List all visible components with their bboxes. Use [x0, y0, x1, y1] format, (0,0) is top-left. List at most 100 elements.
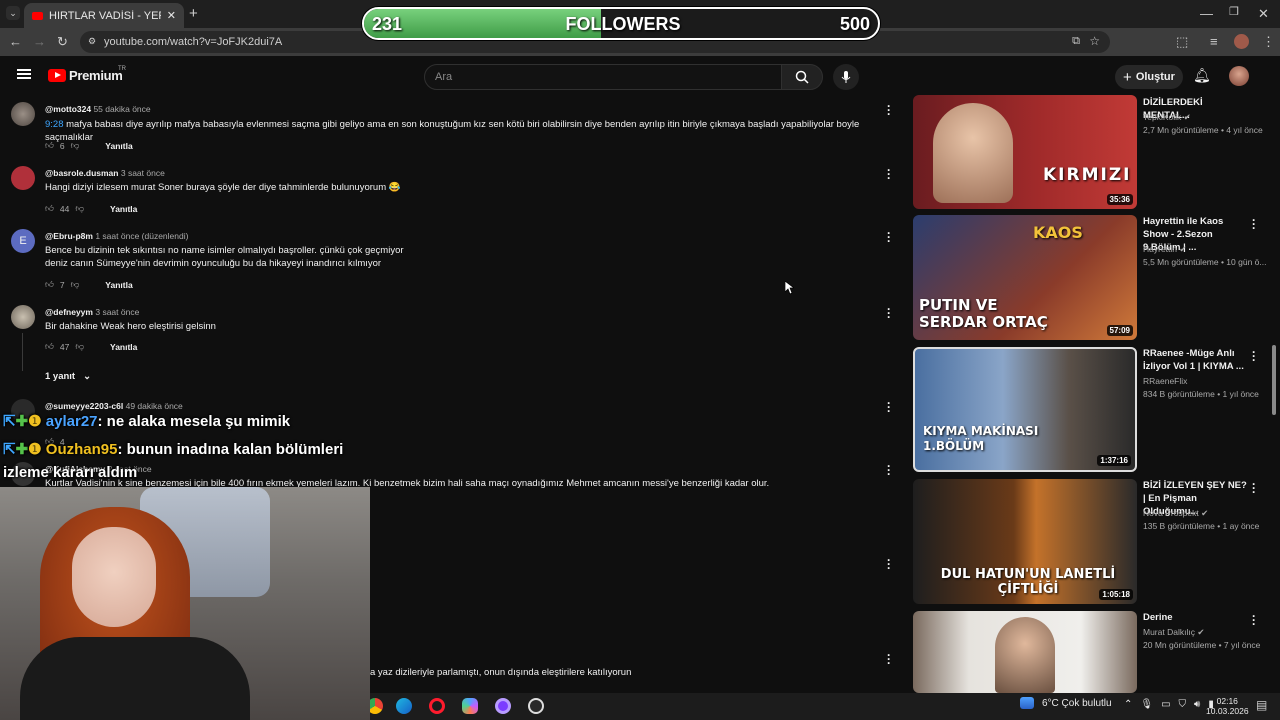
obs-icon[interactable] [495, 698, 511, 714]
video-title[interactable]: Derine [1143, 611, 1248, 624]
youtube-logo-icon[interactable] [48, 69, 66, 82]
comment-more-icon[interactable]: · · · [885, 397, 893, 417]
site-info-icon[interactable]: ⚙ [88, 36, 96, 47]
comment-more-icon[interactable]: · · · [885, 227, 893, 247]
comment-avatar[interactable]: E [11, 229, 35, 253]
comment-more-icon[interactable]: · · · [885, 164, 893, 184]
dislike-icon[interactable]: 👎︎ [75, 341, 84, 352]
comment-author[interactable]: @defneyym [45, 307, 93, 317]
comment-more-icon[interactable]: · · · [885, 554, 893, 574]
verified-icon: ✔ [1179, 244, 1187, 254]
edge-icon[interactable] [396, 698, 412, 714]
search-button[interactable] [781, 64, 823, 90]
install-app-icon[interactable]: ⧉ [1072, 35, 1080, 48]
page-scrollbar[interactable] [1272, 345, 1276, 415]
hamburger-menu-icon[interactable] [17, 69, 31, 79]
chevron-up-icon[interactable]: ⌃ [1124, 699, 1132, 710]
comment-author[interactable]: @sumeyye2203-c6l [45, 401, 123, 411]
chat-badge-icon: ⇱ [3, 413, 16, 430]
comment-text: 9:28 mafya babası diye ayrılıp mafya bab… [45, 118, 895, 144]
clock[interactable]: 02:16 10.03.2026 [1206, 696, 1249, 716]
extensions-icon[interactable]: ⬚ [1176, 35, 1188, 48]
comment-more-icon[interactable]: · · · [885, 460, 893, 480]
comment-avatar[interactable] [11, 102, 35, 126]
restore-button[interactable]: ❐ [1229, 7, 1239, 18]
comment-more-icon[interactable]: · · · [885, 100, 893, 120]
microphone-tray-icon[interactable]: 🎙︎ [1140, 699, 1153, 710]
minimize-button[interactable]: — [1200, 7, 1213, 20]
video-thumbnail[interactable]: DUL HATUN'UN LANETLİ ÇİFTLİĞİ 1:05:18 [913, 479, 1137, 604]
like-icon[interactable]: 👍︎ [45, 203, 54, 214]
copilot-icon[interactable] [462, 698, 478, 714]
reply-button[interactable]: Yanıtla [105, 280, 132, 290]
comment-time[interactable]: 55 dakika önce [93, 104, 150, 114]
video-duration: 1:37:16 [1097, 455, 1131, 466]
video-thumbnail[interactable]: KIYMA MAKİNASI 1.BÖLÜM 1:37:16 [913, 347, 1137, 472]
comment-meta: @sumeyye2203-c6l 49 dakika önce [45, 401, 183, 411]
reload-button[interactable]: ↻ [57, 35, 68, 48]
reply-button[interactable]: Yanıtla [105, 141, 132, 151]
comment-more-icon[interactable]: · · · [885, 649, 893, 669]
tab-search-button[interactable]: ⌄ [6, 6, 20, 20]
video-thumbnail[interactable]: KAOS PUTIN VE SERDAR ORTAÇ 57:09 [913, 215, 1137, 340]
youtube-premium-label[interactable]: Premium [69, 68, 123, 83]
opera-icon[interactable] [429, 698, 445, 714]
video-channel[interactable]: Nova Prospekt ✔ [1143, 508, 1208, 519]
dislike-icon[interactable]: 👎︎ [71, 279, 80, 290]
comment-time[interactable]: 3 saat önce [95, 307, 139, 317]
browser-tab[interactable]: HIRTLAR VADİSİ - YERALTI DİZİ ✕ [24, 3, 184, 28]
network-icon[interactable]: ▭ [1161, 699, 1170, 710]
bookmark-star-icon[interactable]: ☆ [1089, 34, 1100, 48]
like-icon[interactable]: 👍︎ [45, 140, 54, 151]
show-replies-button[interactable]: 1 yanıt ⌄ [45, 371, 91, 382]
comment-avatar[interactable] [11, 305, 35, 329]
profile-avatar[interactable] [1234, 34, 1249, 49]
followers-label: FOLLOWERS [565, 14, 681, 34]
video-channel[interactable]: Murat Dalkılıç ✔ [1143, 627, 1204, 638]
thumbnail-text: KIRMIZI [1043, 165, 1132, 185]
comment-time[interactable]: 3 saat önce [121, 168, 165, 178]
reading-list-icon[interactable]: ≡ [1210, 35, 1218, 48]
notifications-bell-icon[interactable]: 🔔︎ [1193, 67, 1211, 84]
video-more-icon[interactable]: · · · [1250, 478, 1258, 498]
voice-search-button[interactable] [833, 64, 859, 90]
comment-avatar[interactable] [11, 166, 35, 190]
video-more-icon[interactable]: · · · [1250, 346, 1258, 366]
browser-menu-icon[interactable]: ⋮ [1262, 35, 1275, 48]
comment-author[interactable]: @Ebru-p8m [45, 231, 93, 241]
comment-author[interactable]: @motto324 [45, 104, 91, 114]
volume-icon[interactable]: 🔊︎ [1194, 699, 1200, 710]
video-more-icon[interactable]: · · · [1250, 214, 1258, 234]
weather-text[interactable]: 6°C Çok bulutlu [1042, 698, 1112, 709]
comment-more-icon[interactable]: · · · [885, 303, 893, 323]
new-tab-button[interactable]: + [189, 6, 198, 21]
comment-author[interactable]: @basrole.dusman [45, 168, 118, 178]
forward-button[interactable]: → [33, 35, 46, 48]
shield-icon[interactable]: ⛉ [1179, 699, 1187, 710]
video-channel[interactable]: Hayrettin ✔ [1143, 244, 1187, 255]
comment-timestamp-link[interactable]: 9:28 [45, 119, 64, 130]
window-close-button[interactable]: ✕ [1258, 7, 1269, 20]
dislike-icon[interactable]: 👎︎ [75, 203, 84, 214]
channel-name: Hayrettin [1143, 244, 1178, 254]
video-thumbnail[interactable] [913, 611, 1137, 693]
comment-time[interactable]: 49 dakika önce [126, 401, 183, 411]
dislike-icon[interactable]: 👎︎ [71, 140, 80, 151]
video-channel[interactable]: TepkiKolik ✔ [1143, 112, 1191, 123]
video-title[interactable]: RRaenee -Müge Anlı İzliyor Vol 1 | KIYMA… [1143, 347, 1248, 373]
like-icon[interactable]: 👍︎ [45, 341, 54, 352]
account-avatar[interactable] [1229, 66, 1249, 86]
video-thumbnail[interactable]: KIRMIZI 35:36 [913, 95, 1137, 209]
reply-button[interactable]: Yanıtla [110, 342, 137, 352]
notification-center-icon[interactable]: ▤ [1256, 699, 1267, 711]
create-button[interactable]: + Oluştur [1115, 65, 1183, 89]
search-input[interactable]: Ara [424, 64, 782, 90]
app-icon[interactable] [528, 698, 544, 714]
video-channel[interactable]: RRaeneFlix [1143, 376, 1187, 386]
back-button[interactable]: ← [9, 35, 22, 48]
reply-button[interactable]: Yanıtla [110, 204, 137, 214]
tab-close-icon[interactable]: ✕ [167, 9, 176, 22]
comment-time[interactable]: 1 saat önce (düzenlendi) [95, 231, 188, 241]
video-more-icon[interactable]: · · · [1250, 610, 1258, 630]
like-icon[interactable]: 👍︎ [45, 279, 54, 290]
